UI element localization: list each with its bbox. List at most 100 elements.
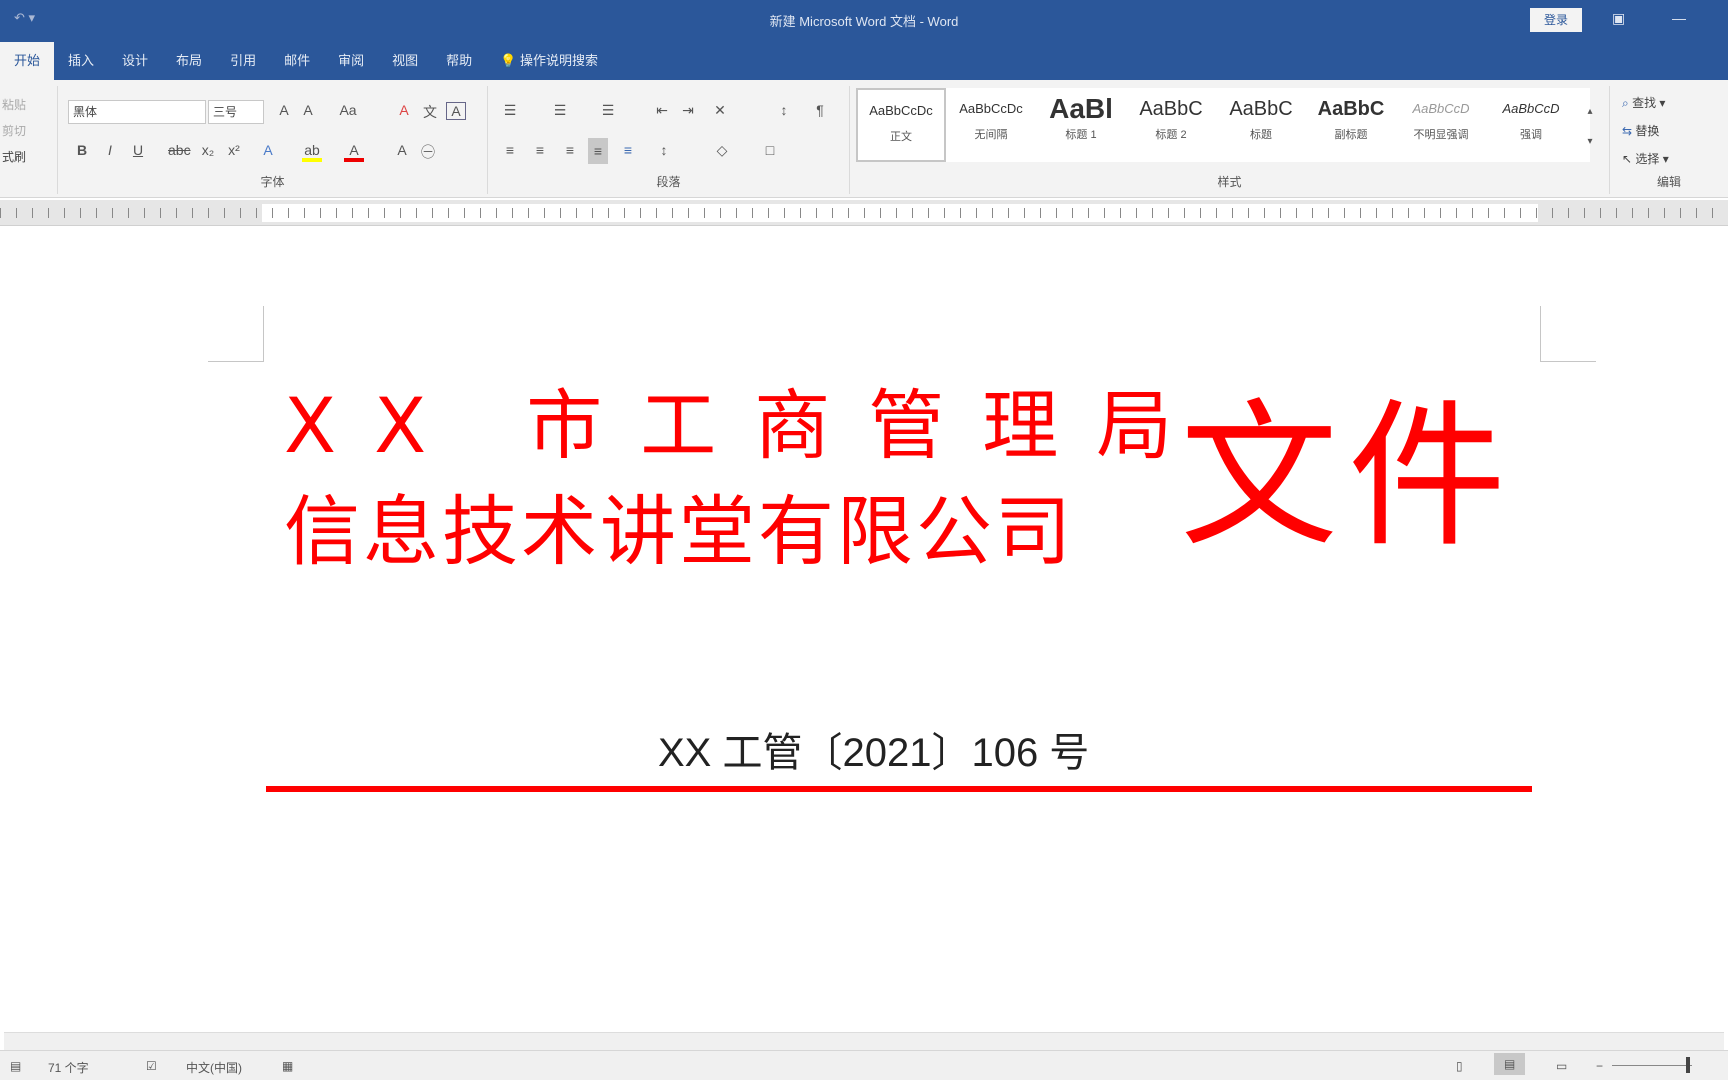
align-left-icon[interactable]: ≡	[500, 142, 520, 158]
tab-view[interactable]: 视图	[378, 42, 432, 80]
paste-button[interactable]: 粘贴	[2, 96, 26, 113]
cursor-icon: ↖	[1622, 152, 1633, 166]
superscript-icon[interactable]: x²	[224, 142, 244, 158]
tab-insert[interactable]: 插入	[54, 42, 108, 80]
clear-format-icon[interactable]: A	[394, 102, 414, 118]
align-right-icon[interactable]: ≡	[560, 142, 580, 158]
line-spacing-icon[interactable]: ↕	[654, 142, 674, 158]
show-marks-icon[interactable]: ¶	[810, 102, 830, 118]
web-layout-icon[interactable]: ▭	[1556, 1059, 1567, 1073]
font-name-select[interactable]: 黑体	[68, 100, 206, 124]
phonetic-icon[interactable]: 文	[420, 102, 440, 122]
font-size-select[interactable]: 三号	[208, 100, 264, 124]
change-case-icon[interactable]: Aa	[338, 102, 358, 118]
style-preview: AaBbCcD	[1412, 101, 1470, 116]
ribbon-tabs: 开始 插入 设计 布局 引用 邮件 审阅 视图 帮助 💡 操作说明搜索	[0, 42, 1728, 80]
enclose-char-icon[interactable]: ㊀	[418, 142, 438, 162]
styles-scroll-down-icon[interactable]: ▾	[1580, 136, 1600, 147]
style-preview: AaBbCcDc	[959, 101, 1023, 116]
decrease-indent-icon[interactable]: ⇤	[652, 102, 672, 119]
tab-mailings[interactable]: 邮件	[270, 42, 324, 80]
cut-button[interactable]: 剪切	[2, 122, 26, 139]
shading-icon[interactable]: ◇	[712, 142, 732, 159]
multilevel-list-icon[interactable]: ☰	[598, 102, 618, 119]
horizontal-ruler[interactable]	[0, 200, 1728, 226]
style-name: 正文	[890, 131, 912, 143]
borders-icon[interactable]: □	[760, 142, 780, 158]
styles-scroll-up-icon[interactable]: ▴	[1580, 106, 1600, 117]
styles-gallery: AaBbCcDc 正文 AaBbCcDc 无间隔 AaBl 标题 1 AaBbC 标题 …	[856, 88, 1590, 162]
zoom-slider[interactable]	[1612, 1065, 1692, 1066]
grow-font-icon[interactable]: A	[274, 102, 294, 118]
title-bar: ↶ ▾ 新建 Microsoft Word 文档 - Word 登录 ▣ —	[0, 0, 1728, 42]
tell-me-search[interactable]: 💡 操作说明搜索	[486, 42, 612, 80]
tab-help[interactable]: 帮助	[432, 42, 486, 80]
format-painter-button[interactable]: 式刷	[2, 148, 26, 165]
style-preview: AaBbC	[1317, 98, 1385, 120]
tab-review[interactable]: 审阅	[324, 42, 378, 80]
bold-icon[interactable]: B	[72, 142, 92, 158]
subscript-icon[interactable]: x₂	[198, 142, 218, 158]
zoom-out-icon[interactable]: −	[1596, 1059, 1603, 1073]
italic-icon[interactable]: I	[100, 142, 120, 158]
chinese-layout-icon[interactable]: ✕	[710, 102, 730, 119]
style-emphasis[interactable]: AaBbCcD 强调	[1486, 88, 1576, 162]
distributed-icon[interactable]: ≡	[618, 142, 638, 158]
paragraph-group-label: 段落	[656, 175, 681, 189]
style-preview: AaBl	[1049, 94, 1113, 124]
replace-label: 替换	[1635, 124, 1660, 138]
tab-home[interactable]: 开始	[0, 42, 55, 80]
language[interactable]: 中文(中国)	[186, 1059, 242, 1076]
style-no-spacing[interactable]: AaBbCcDc 无间隔	[946, 88, 1036, 162]
numbering-icon[interactable]: ☰	[550, 102, 570, 119]
macro-icon[interactable]: ▦	[282, 1059, 293, 1073]
proofing-icon[interactable]: ☑	[146, 1059, 157, 1073]
justify-icon[interactable]: ≡	[588, 138, 608, 164]
tab-references[interactable]: 引用	[216, 42, 270, 80]
header-line-2: 信息技术讲堂有限公司	[284, 487, 1074, 576]
zoom-slider-thumb[interactable]	[1686, 1057, 1690, 1073]
horizontal-scrollbar[interactable]	[4, 1032, 1724, 1050]
login-button[interactable]: 登录	[1530, 8, 1582, 32]
text-effects-icon[interactable]: A	[258, 142, 278, 158]
char-border-icon[interactable]: A	[446, 102, 466, 120]
print-layout-icon[interactable]: ▤	[1494, 1053, 1526, 1075]
sort-icon[interactable]: ↕	[774, 102, 794, 118]
select-button[interactable]: ↖ 选择 ▾	[1622, 150, 1669, 167]
read-mode-icon[interactable]: ▯	[1456, 1059, 1463, 1073]
style-preview: AaBbC	[1139, 98, 1203, 120]
highlight-icon[interactable]: ab	[302, 142, 322, 162]
font-color-icon[interactable]: A	[344, 142, 364, 162]
tab-design[interactable]: 设计	[108, 42, 162, 80]
style-name: 标题 1	[1065, 129, 1097, 141]
shrink-font-icon[interactable]: A	[298, 102, 318, 118]
tab-layout[interactable]: 布局	[162, 42, 216, 80]
style-subtitle[interactable]: AaBbC 副标题	[1306, 88, 1396, 162]
page-icon[interactable]: ▤	[10, 1059, 21, 1073]
style-title[interactable]: AaBbC 标题	[1216, 88, 1306, 162]
header-line-1: XX 市工商管理局	[284, 381, 1211, 470]
document-number: XX 工管〔2021〕106 号	[658, 731, 1090, 775]
char-shading-icon[interactable]: A	[392, 142, 412, 158]
align-center-icon[interactable]: ≡	[530, 142, 550, 158]
find-button[interactable]: ⌕ 查找 ▾	[1622, 94, 1665, 111]
style-name: 不明显强调	[1413, 129, 1469, 141]
red-separator-line	[266, 786, 1532, 792]
style-preview: AaBbCcDc	[869, 103, 933, 118]
style-heading-1[interactable]: AaBl 标题 1	[1036, 88, 1126, 162]
strikethrough-icon[interactable]: abc	[168, 142, 191, 158]
style-normal[interactable]: AaBbCcDc 正文	[856, 88, 946, 162]
style-subtle-emphasis[interactable]: AaBbCcD 不明显强调	[1396, 88, 1486, 162]
word-count[interactable]: 71 个字	[48, 1059, 89, 1076]
increase-indent-icon[interactable]: ⇥	[678, 102, 698, 119]
underline-icon[interactable]: U	[128, 142, 148, 158]
style-name: 强调	[1520, 129, 1542, 141]
replace-button[interactable]: ⇆ 替换	[1622, 122, 1659, 139]
ribbon-display-icon[interactable]: ▣	[1612, 10, 1625, 27]
document-page[interactable]	[4, 226, 1724, 1032]
replace-icon: ⇆	[1622, 124, 1633, 138]
minimize-icon[interactable]: —	[1672, 10, 1686, 26]
style-heading-2[interactable]: AaBbC 标题 2	[1126, 88, 1216, 162]
bullets-icon[interactable]: ☰	[500, 102, 520, 119]
margin-corner-right	[1540, 306, 1596, 362]
